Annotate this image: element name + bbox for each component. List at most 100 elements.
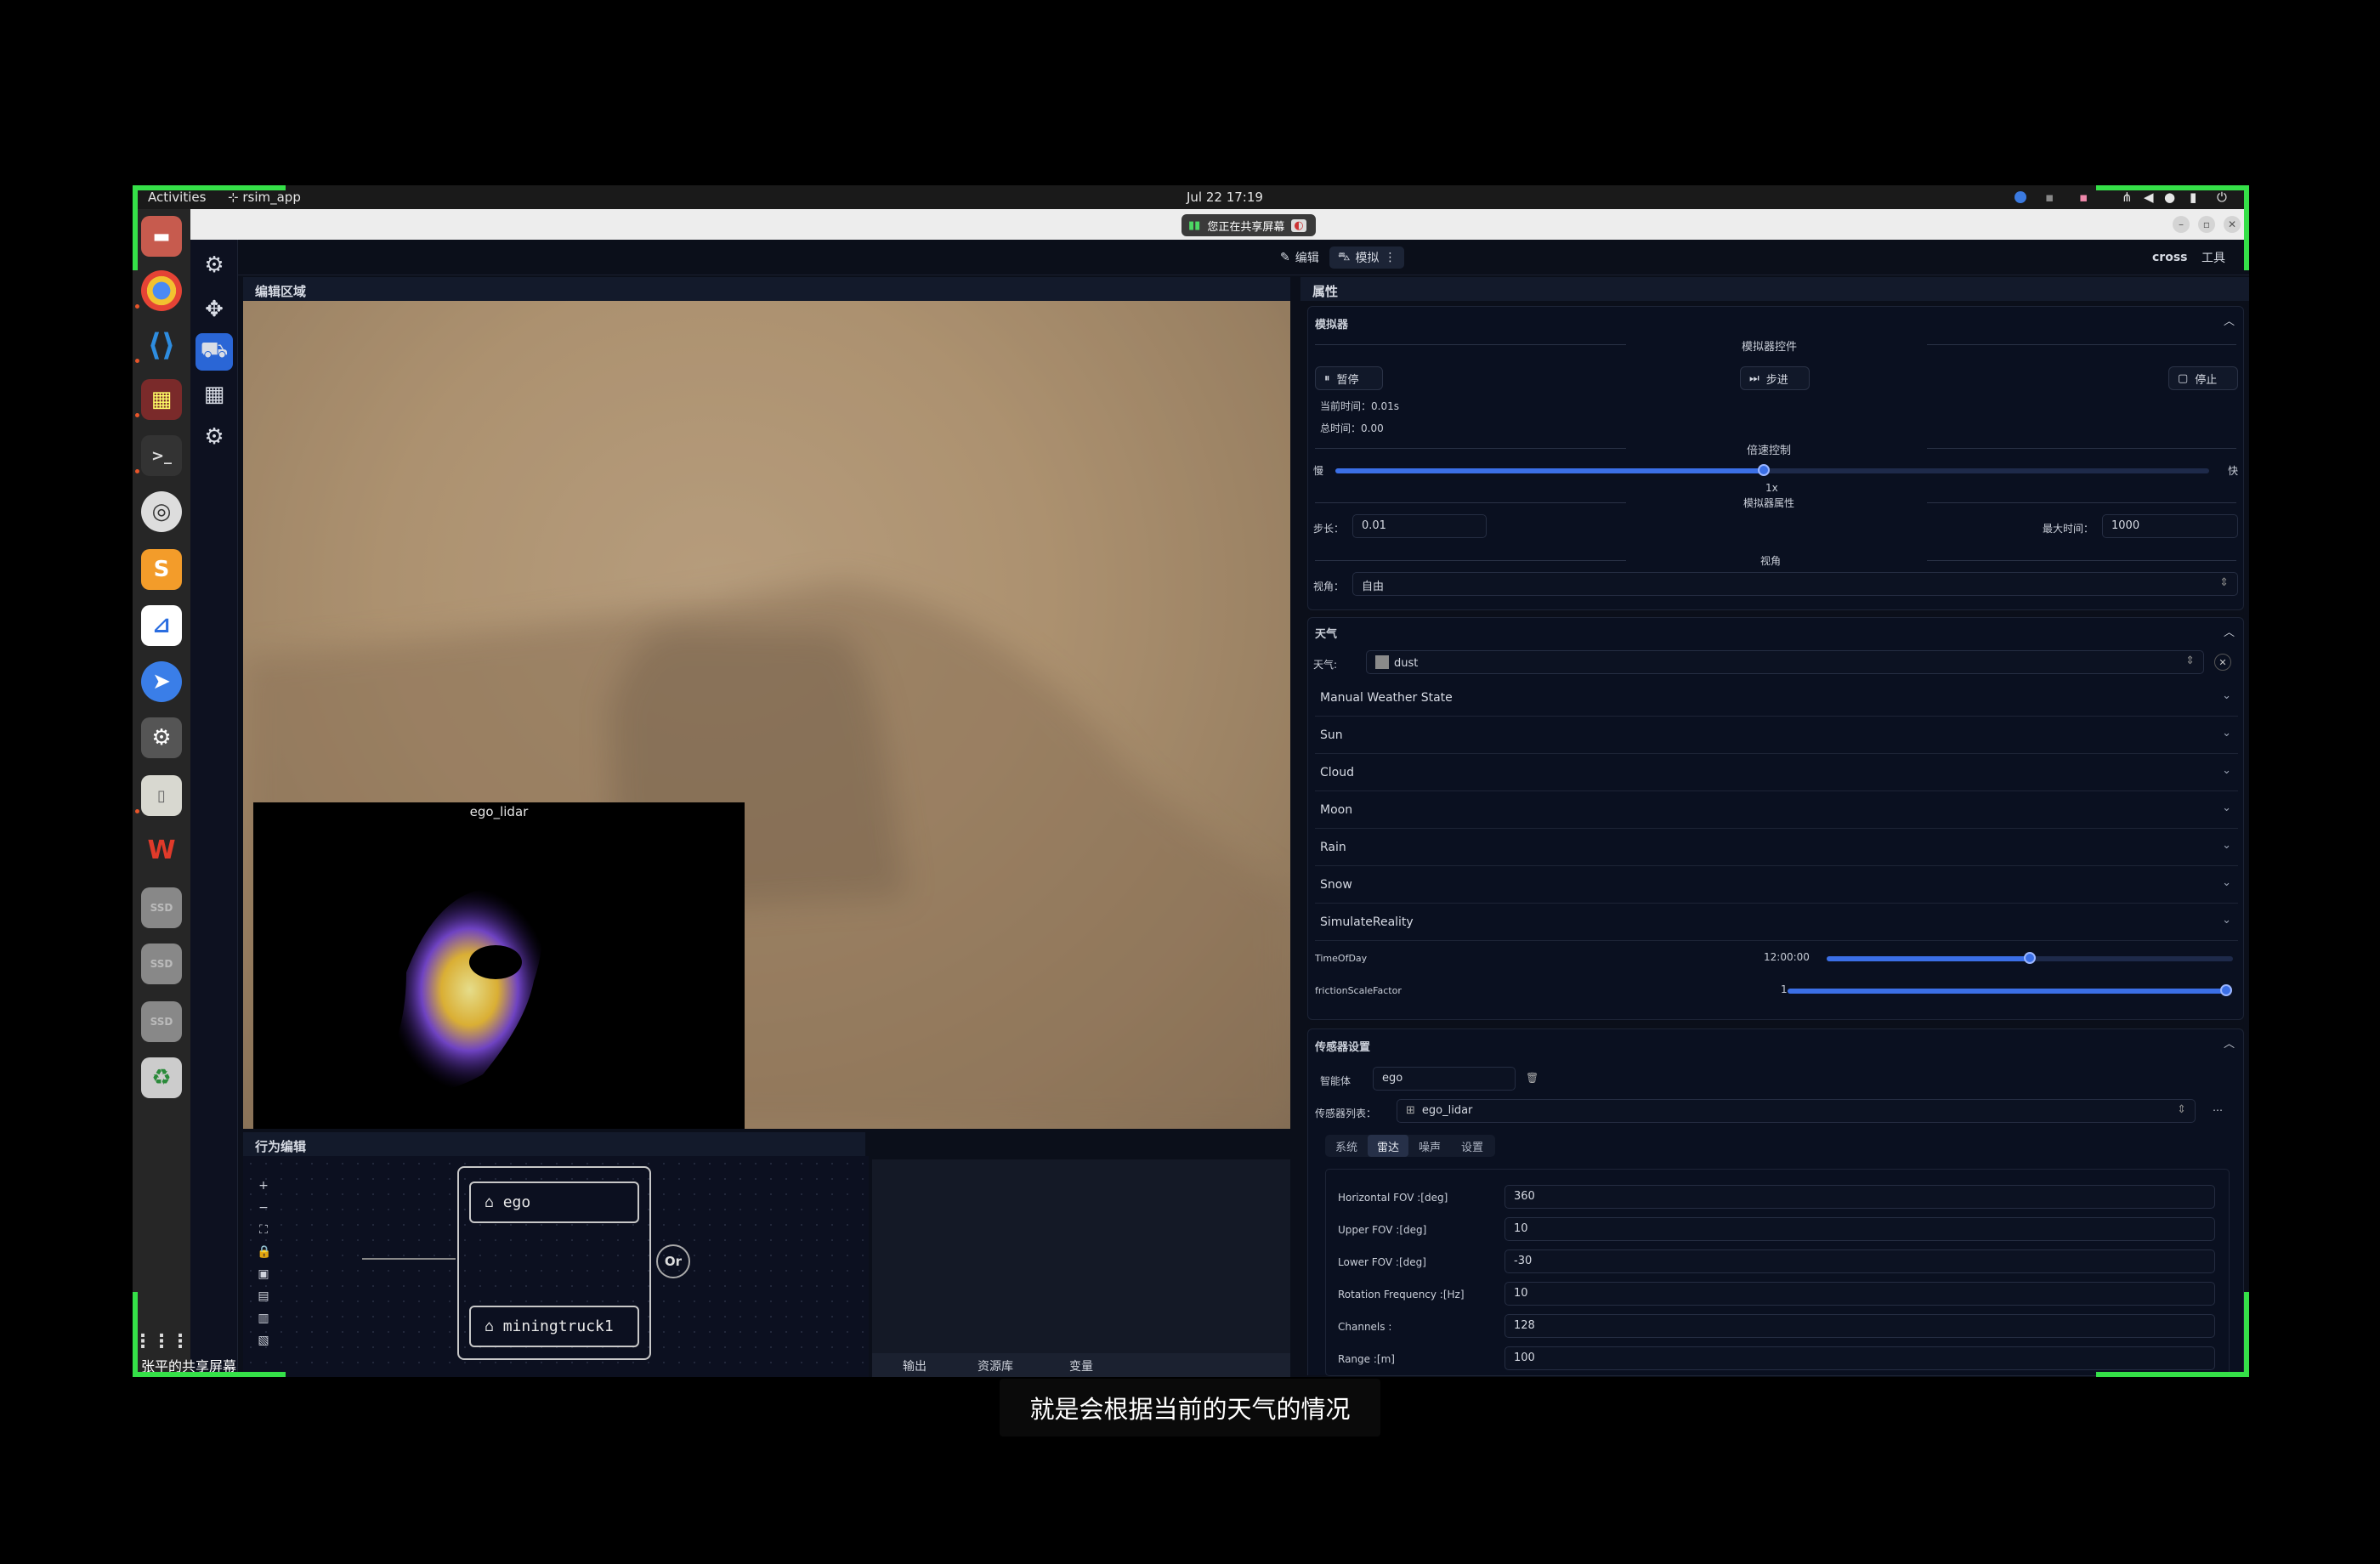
volume-icon[interactable]: ◀: [2144, 190, 2154, 205]
drive-icon[interactable]: SSD: [141, 887, 182, 928]
tools-menu[interactable]: 工具: [2193, 246, 2234, 269]
grid-apps-icon[interactable]: ▦: [196, 376, 233, 413]
behavior-canvas[interactable]: + − ⛶ 🔒 ▣ ▤ ▥ ▧ ⌂ ego ⌂ miningtruck1 Or: [243, 1156, 869, 1377]
tab-noise[interactable]: 噪声: [1408, 1135, 1451, 1157]
gears-icon[interactable]: ⚙: [196, 246, 233, 284]
edit-mode-button[interactable]: ✎ 编辑: [1272, 246, 1328, 269]
weather-group-simulate-reality[interactable]: SimulateReality ⌄: [1315, 904, 2238, 941]
document-icon[interactable]: ▯: [141, 775, 182, 816]
time-of-day-handle[interactable]: [2024, 952, 2036, 964]
tray-camera-icon[interactable]: ▪: [2045, 190, 2054, 205]
collapse-icon[interactable]: ︿: [2224, 312, 2235, 328]
weather-group-rain[interactable]: Rain ⌄: [1315, 829, 2238, 866]
share-banner-text: 您正在共享屏幕: [1207, 220, 1285, 234]
agent-input[interactable]: ego: [1373, 1067, 1516, 1091]
user-name[interactable]: cross: [2144, 246, 2196, 269]
stop-share-icon[interactable]: ◐: [1291, 218, 1306, 232]
collapse-icon[interactable]: ︿: [2224, 623, 2235, 639]
tab-radar[interactable]: 雷达: [1368, 1135, 1408, 1157]
fit-view-icon[interactable]: ⛶: [257, 1219, 270, 1241]
maximize-button[interactable]: ▫: [2198, 216, 2215, 233]
time-of-day-slider[interactable]: [1827, 952, 2233, 964]
tab-system[interactable]: 系统: [1325, 1135, 1368, 1157]
settings-icon[interactable]: ⚙: [196, 418, 233, 456]
network-icon[interactable]: ⋔: [2122, 190, 2133, 205]
more-icon: ⋮: [1384, 251, 1397, 264]
friction-handle[interactable]: [2220, 984, 2232, 996]
sublime-icon[interactable]: S: [141, 549, 182, 590]
zoom-in-icon[interactable]: +: [257, 1175, 270, 1197]
collapse-icon[interactable]: ︿: [2224, 1034, 2235, 1051]
close-button[interactable]: ✕: [2224, 216, 2241, 233]
stop-button[interactable]: ▢ 停止: [2168, 366, 2238, 390]
weather-select[interactable]: dust ⇕: [1366, 650, 2204, 674]
tab-settings[interactable]: 设置: [1451, 1135, 1493, 1157]
battery-icon[interactable]: ▮: [2190, 190, 2196, 205]
speed-slider[interactable]: [1335, 464, 2209, 476]
move-tool-icon[interactable]: ✥: [196, 291, 233, 328]
tab-variables[interactable]: 变量: [1069, 1357, 1093, 1374]
edit-area-header: 编辑区域: [243, 277, 1290, 301]
or-node[interactable]: Or: [656, 1244, 690, 1278]
weather-group-moon[interactable]: Moon ⌄: [1315, 791, 2238, 829]
drive-icon[interactable]: SSD: [141, 1001, 182, 1042]
tab-resources[interactable]: 资源库: [978, 1357, 1013, 1374]
microphone-icon[interactable]: ●: [2164, 190, 2175, 205]
horizontal-fov-input[interactable]: 360: [1504, 1185, 2215, 1209]
weather-group-snow[interactable]: Snow ⌄: [1315, 866, 2238, 904]
simulate-mode-button[interactable]: ⛍ 模拟 ⋮: [1329, 246, 1405, 269]
clipboard-icon[interactable]: ▥: [257, 1307, 270, 1329]
weather-group-cloud[interactable]: Cloud ⌄: [1315, 754, 2238, 791]
camera-icon[interactable]: ▣: [257, 1263, 270, 1285]
upper-fov-input[interactable]: 10: [1504, 1217, 2215, 1241]
app-menu[interactable]: ⊹ rsim_app: [228, 190, 301, 205]
tray-app-icon[interactable]: [2014, 191, 2026, 203]
wps-icon[interactable]: W: [141, 830, 182, 870]
screen-share-indicator[interactable]: ▮▮ 您正在共享屏幕 ◐: [1182, 214, 1316, 236]
weather-group-sun[interactable]: Sun ⌄: [1315, 717, 2238, 754]
behavior-node-miningtruck1[interactable]: ⌂ miningtruck1: [469, 1306, 639, 1347]
record-icon[interactable]: ▤: [257, 1285, 270, 1307]
tab-output[interactable]: 输出: [903, 1357, 926, 1374]
max-time-input[interactable]: 1000: [2102, 514, 2238, 538]
zoom-out-icon[interactable]: −: [257, 1197, 270, 1219]
simulator-app-icon[interactable]: ▦: [141, 379, 182, 420]
behavior-node-ego[interactable]: ⌂ ego: [469, 1182, 639, 1223]
settings-disk-icon[interactable]: ◎: [141, 491, 182, 532]
friction-slider[interactable]: [1788, 984, 2232, 996]
trash-icon[interactable]: ♻: [141, 1057, 182, 1098]
channels-input[interactable]: 128: [1504, 1314, 2215, 1338]
sensor-list-select[interactable]: ⊞ ego_lidar ⇕: [1397, 1099, 2196, 1123]
view-select[interactable]: 自由 ⇕: [1352, 572, 2238, 596]
files-icon[interactable]: ▬: [141, 216, 182, 257]
save-icon[interactable]: ▧: [257, 1329, 270, 1352]
delete-agent-icon[interactable]: 🗑: [1526, 1072, 1538, 1084]
drive-icon[interactable]: SSD: [141, 944, 182, 984]
step-button[interactable]: ⏭ 步进: [1740, 366, 1810, 390]
more-options-icon[interactable]: ⋯: [2213, 1104, 2223, 1116]
minimize-button[interactable]: –: [2173, 216, 2190, 233]
rotation-frequency-input[interactable]: 10: [1504, 1282, 2215, 1306]
share-status-icon: ▮▮: [1188, 218, 1201, 232]
lock-icon[interactable]: 🔒: [257, 1241, 271, 1263]
weather-group-manual[interactable]: Manual Weather State ⌄: [1315, 679, 2238, 717]
system-settings-icon[interactable]: ⚙: [141, 717, 182, 758]
vehicle-tool-icon[interactable]: ⛟: [196, 333, 233, 371]
pause-button[interactable]: ⏸ 暂停: [1315, 366, 1383, 390]
range-input[interactable]: 100: [1504, 1346, 2215, 1370]
feishu-icon[interactable]: ⊿: [141, 605, 182, 646]
divider: [1927, 502, 2236, 503]
activities-button[interactable]: Activities: [148, 190, 206, 205]
terminal-icon[interactable]: >_: [141, 435, 182, 476]
clock[interactable]: Jul 22 17:19: [1187, 190, 1263, 205]
chrome-icon[interactable]: [141, 270, 182, 311]
clear-weather-icon[interactable]: ✕: [2214, 654, 2231, 671]
tray-bag-icon[interactable]: ▪: [2079, 190, 2088, 205]
edit-label: 编辑: [1295, 252, 1319, 265]
step-size-input[interactable]: 0.01: [1352, 514, 1487, 538]
lower-fov-input[interactable]: -30: [1504, 1250, 2215, 1273]
messenger-icon[interactable]: ➤: [141, 661, 182, 702]
vscode-icon[interactable]: ⟨⟩: [141, 325, 182, 366]
speed-slider-handle[interactable]: [1757, 464, 1770, 476]
power-icon[interactable]: ⏻: [2217, 190, 2227, 205]
